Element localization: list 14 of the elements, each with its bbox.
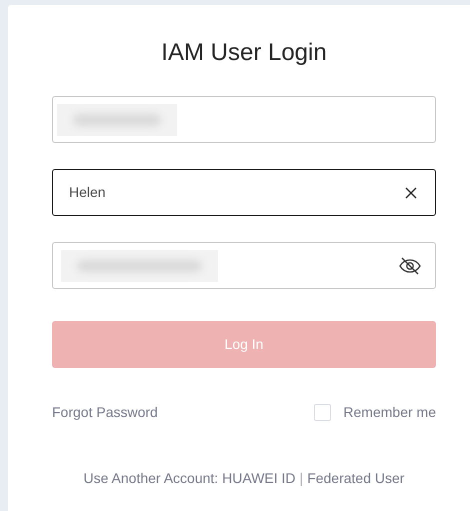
separator: |: [300, 469, 304, 488]
remember-label: Remember me: [343, 403, 436, 422]
input-field[interactable]: [52, 96, 436, 143]
input-field[interactable]: Helen: [52, 169, 436, 216]
page-title: IAM User Login: [161, 38, 327, 68]
huawei-id-link[interactable]: HUAWEI ID: [222, 468, 296, 489]
close-icon[interactable]: [405, 186, 417, 198]
footer-text: Use Another Account:: [84, 469, 218, 488]
remember-checkbox[interactable]: [314, 404, 332, 421]
eye-slash-icon[interactable]: [399, 256, 421, 274]
field-value: Helen: [68, 183, 106, 202]
input-field[interactable]: [52, 242, 436, 289]
federated-user-link[interactable]: Federated User: [307, 468, 404, 489]
forgot-password-link[interactable]: Forgot Password: [52, 402, 158, 423]
